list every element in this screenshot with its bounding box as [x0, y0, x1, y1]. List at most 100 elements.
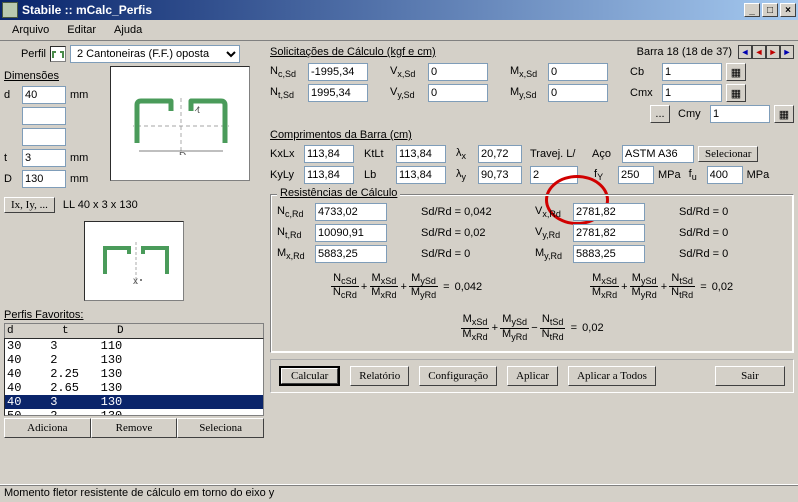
aplicar-button[interactable]: Aplicar	[507, 366, 558, 386]
Lb-label: Lb	[364, 169, 392, 181]
MySd-label: My,Sd	[510, 86, 544, 100]
solicitacoes-title: Solicitações de Cálculo (kgf e cm)	[270, 46, 436, 58]
title-bar: Stabile :: mCalc_Perfis _ □ ×	[0, 0, 798, 20]
Cb-icon-button[interactable]: ▦	[726, 63, 746, 81]
MySd-input[interactable]	[548, 84, 608, 102]
VySd-input[interactable]	[428, 84, 488, 102]
fy-label: fY	[594, 168, 614, 182]
window-title: Stabile :: mCalc_Perfis	[22, 3, 744, 17]
MxSd-label: Mx,Sd	[510, 65, 544, 79]
Cmy-input[interactable]	[710, 105, 770, 123]
relatorio-button[interactable]: Relatório	[350, 366, 409, 386]
NcSd-label: Nc,Sd	[270, 65, 304, 79]
calcular-button[interactable]: Calcular	[279, 366, 340, 386]
list-item[interactable]: 30 3 110	[5, 339, 263, 353]
lambday-input[interactable]	[478, 166, 522, 184]
lambdax-input[interactable]	[478, 145, 522, 163]
MxRd-input[interactable]	[315, 245, 387, 263]
fu-input[interactable]	[707, 166, 743, 184]
selecionar-button[interactable]: Selecionar	[698, 146, 758, 162]
fav-header-t: t	[62, 325, 117, 337]
add-button[interactable]: Adiciona	[4, 418, 91, 438]
lambdax-label: λx	[456, 147, 474, 161]
VxRd-ratio: Sd/Rd = 0	[679, 206, 728, 218]
nav-prev-button[interactable]: ◄	[752, 45, 766, 59]
aplicar-todos-button[interactable]: Aplicar a Todos	[568, 366, 656, 386]
comprimentos-title: Comprimentos da Barra (cm)	[270, 129, 794, 141]
ellipsis-button[interactable]: ...	[650, 105, 670, 123]
favorites-list[interactable]: 30 3 11040 2 13040 2.25 13040 2.65 13040…	[4, 338, 264, 416]
nav-next-button[interactable]: ►	[766, 45, 780, 59]
NcRd-label: Nc,Rd	[277, 205, 311, 219]
fav-header-d: d	[7, 325, 62, 337]
list-item[interactable]: 40 2.25 130	[5, 367, 263, 381]
list-item[interactable]: 50 2 130	[5, 409, 263, 416]
VxSd-input[interactable]	[428, 63, 488, 81]
KyLy-label: KyLy	[270, 169, 300, 181]
nav-first-button[interactable]: ◄	[738, 45, 752, 59]
NtRd-ratio: Sd/Rd = 0,02	[421, 227, 511, 239]
Cmx-icon-button[interactable]: ▦	[726, 84, 746, 102]
ixiy-button[interactable]: Ix, Iy, ...	[4, 197, 55, 213]
NcSd-input[interactable]	[308, 63, 368, 81]
aco-label: Aço	[592, 148, 618, 160]
blank-input-1	[22, 107, 66, 125]
resistencias-title: Resistências de Cálculo	[277, 187, 400, 199]
fy-input[interactable]	[618, 166, 654, 184]
KtLt-input[interactable]	[396, 145, 446, 163]
VxRd-input[interactable]	[573, 203, 645, 221]
svg-text:t: t	[197, 105, 200, 116]
list-item[interactable]: 40 2 130	[5, 353, 263, 367]
Lb-input[interactable]	[396, 166, 446, 184]
minimize-button[interactable]: _	[744, 3, 760, 17]
Cb-input[interactable]	[662, 63, 722, 81]
Cmx-input[interactable]	[662, 84, 722, 102]
Cmx-label: Cmx	[630, 87, 658, 99]
MyRd-input[interactable]	[573, 245, 645, 263]
list-item[interactable]: 40 3 130	[5, 395, 263, 409]
KxLx-label: KxLx	[270, 148, 300, 160]
t-unit: mm	[70, 152, 88, 164]
VyRd-input[interactable]	[573, 224, 645, 242]
nav-last-button[interactable]: ►	[780, 45, 794, 59]
sair-button[interactable]: Sair	[715, 366, 785, 386]
menu-arquivo[interactable]: Arquivo	[4, 22, 57, 38]
VyRd-ratio: Sd/Rd = 0	[679, 227, 728, 239]
NtSd-input[interactable]	[308, 84, 368, 102]
favorites-label: Perfis Favoritos:	[4, 309, 264, 321]
D-input[interactable]	[22, 170, 66, 188]
MxSd-input[interactable]	[548, 63, 608, 81]
aco-input[interactable]	[622, 145, 694, 163]
VyRd-label: Vy,Rd	[535, 226, 569, 240]
perfil-combo[interactable]: 2 Cantoneiras (F.F.) oposta	[70, 45, 240, 63]
Cmy-icon-button[interactable]: ▦	[774, 105, 794, 123]
travej-input[interactable]	[530, 166, 578, 184]
remove-button[interactable]: Remove	[91, 418, 178, 438]
fav-header-D: D	[117, 325, 261, 337]
MyRd-ratio: Sd/Rd = 0	[679, 248, 728, 260]
menu-editar[interactable]: Editar	[59, 22, 104, 38]
fu-label: fu	[689, 168, 703, 182]
equation-3: MxSdMxRd + MySdMyRd − NtSdNtRd = 0,02	[460, 314, 603, 341]
status-bar: Momento fletor resistente de cálculo em …	[0, 484, 798, 502]
menu-ajuda[interactable]: Ajuda	[106, 22, 150, 38]
menu-bar: Arquivo Editar Ajuda	[0, 20, 798, 41]
maximize-button[interactable]: □	[762, 3, 778, 17]
NtRd-label: Nt,Rd	[277, 226, 311, 240]
list-item[interactable]: 40 2.65 130	[5, 381, 263, 395]
select-button[interactable]: Seleciona	[177, 418, 264, 438]
NcRd-input[interactable]	[315, 203, 387, 221]
KyLy-input[interactable]	[304, 166, 354, 184]
grid-icon: ▦	[779, 108, 789, 121]
NtRd-input[interactable]	[315, 224, 387, 242]
blank-input-2	[22, 128, 66, 146]
t-label: t	[4, 152, 18, 164]
configuracao-button[interactable]: Configuração	[419, 366, 497, 386]
d-input[interactable]	[22, 86, 66, 104]
close-button[interactable]: ×	[780, 3, 796, 17]
perfil-icon	[50, 46, 66, 62]
KxLx-input[interactable]	[304, 145, 354, 163]
NtSd-label: Nt,Sd	[270, 86, 304, 100]
KtLt-label: KtLt	[364, 148, 392, 160]
t-input[interactable]	[22, 149, 66, 167]
